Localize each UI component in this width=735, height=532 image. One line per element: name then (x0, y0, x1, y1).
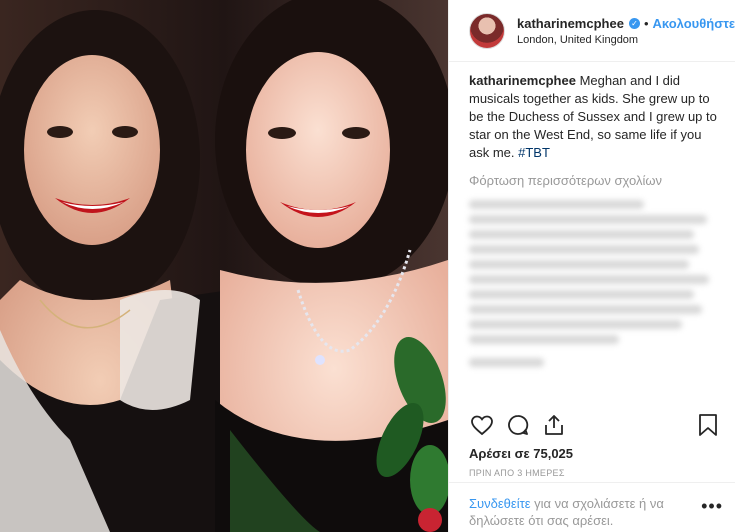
blurred-line (469, 320, 682, 329)
blurred-line (469, 275, 709, 284)
caption-hashtag[interactable]: #TBT (518, 145, 550, 160)
header-info: katharinemcphee ✓ • Ακολουθήστε London, … (517, 16, 735, 46)
post-side-panel: katharinemcphee ✓ • Ακολουθήστε London, … (448, 0, 735, 532)
post-timestamp[interactable]: ΠΡΙΝ ΑΠΟ 3 ΗΜΕΡΕΣ (469, 468, 565, 478)
instagram-post: katharinemcphee ✓ • Ακολουθήστε London, … (0, 0, 735, 532)
blurred-line (469, 245, 699, 254)
more-options-button[interactable]: ••• (701, 496, 723, 517)
blurred-line (469, 215, 707, 224)
blurred-line (469, 305, 702, 314)
avatar[interactable] (469, 12, 505, 49)
blurred-line (469, 260, 689, 269)
load-more-comments[interactable]: Φόρτωση περισσότερων σχολίων (469, 172, 719, 190)
blurred-line (469, 335, 619, 344)
login-link[interactable]: Συνδεθείτε (469, 496, 531, 511)
blurred-line (469, 200, 644, 209)
header-username[interactable]: katharinemcphee (517, 16, 624, 31)
follow-button[interactable]: Ακολουθήστε (653, 16, 735, 31)
bookmark-icon[interactable] (695, 412, 721, 438)
post-photo[interactable] (0, 0, 448, 532)
blurred-comments (469, 200, 719, 367)
header-dot: • (643, 15, 649, 31)
post-header: katharinemcphee ✓ • Ακολουθήστε London, … (449, 0, 735, 62)
verified-icon: ✓ (628, 17, 640, 29)
blurred-line (469, 290, 694, 299)
comments-section: katharinemcphee Meghan and I did musical… (449, 62, 735, 367)
likes-count[interactable]: Αρέσει σε 75,025 (469, 446, 573, 461)
login-prompt: Συνδεθείτε για να σχολιάσετε ή να δηλώσε… (449, 482, 735, 529)
caption-username[interactable]: katharinemcphee (469, 73, 576, 88)
blurred-line (469, 230, 694, 239)
comment-icon[interactable] (505, 412, 531, 438)
share-icon[interactable] (541, 412, 567, 438)
action-bar (469, 410, 721, 440)
photo-image (0, 0, 448, 532)
blurred-line (469, 358, 544, 367)
heart-icon[interactable] (469, 412, 495, 438)
header-row: katharinemcphee ✓ • Ακολουθήστε (517, 16, 735, 31)
caption: katharinemcphee Meghan and I did musical… (469, 72, 719, 162)
location-link[interactable]: London, United Kingdom (517, 34, 735, 46)
